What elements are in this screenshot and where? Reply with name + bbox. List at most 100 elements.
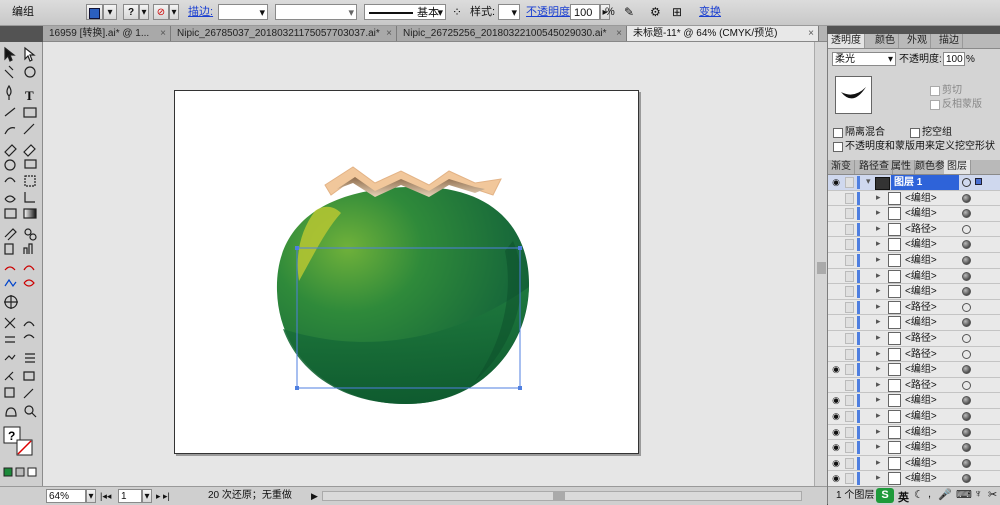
- lock-toggle[interactable]: [845, 255, 854, 266]
- lock-toggle[interactable]: [845, 239, 854, 251]
- chevron-right-icon[interactable]: ▸: [876, 207, 881, 218]
- lock-toggle[interactable]: [845, 286, 854, 298]
- lock-toggle[interactable]: [845, 442, 854, 454]
- eye-icon[interactable]: ◉: [830, 443, 842, 452]
- tab-transparency[interactable]: 透明度: [828, 34, 865, 48]
- chevron-right-icon[interactable]: ▸: [876, 472, 881, 483]
- opacity-field[interactable]: 100: [570, 4, 600, 20]
- eye-icon[interactable]: [830, 240, 842, 249]
- close-icon[interactable]: ×: [616, 26, 622, 41]
- close-icon[interactable]: ×: [808, 26, 814, 41]
- tab-layers[interactable]: 图层: [944, 160, 971, 174]
- layer-row-top[interactable]: ◉ ▾ 图层 1: [828, 175, 1000, 191]
- stroke-dropdown-icon[interactable]: ▾: [169, 4, 179, 20]
- lock-toggle[interactable]: [845, 473, 854, 485]
- layer-item[interactable]: ◉ ▸ <编组>: [828, 456, 1000, 472]
- lock-toggle[interactable]: [845, 177, 854, 188]
- eye-icon[interactable]: [830, 350, 842, 359]
- layer-item[interactable]: ▸ <编组>: [828, 253, 1000, 269]
- h-scroll-thumb[interactable]: [553, 492, 565, 500]
- target-icon[interactable]: [962, 458, 971, 468]
- tab-stroke[interactable]: 描边: [936, 34, 963, 48]
- chevron-right-icon[interactable]: ▸: [876, 394, 881, 405]
- moon-icon[interactable]: ☾: [914, 488, 924, 501]
- next-page-icon[interactable]: ▸ ▸|: [156, 489, 170, 503]
- tools-icon[interactable]: ✂: [988, 488, 997, 501]
- doc-tab-active[interactable]: 未标题-11* @ 64% (CMYK/预览) ×: [627, 26, 819, 41]
- layer-item[interactable]: ▸ <路径>: [828, 378, 1000, 394]
- layer-item[interactable]: ▸ <编组>: [828, 206, 1000, 222]
- lock-toggle[interactable]: [845, 457, 854, 469]
- layer-item[interactable]: ◉ ▸ <编组>: [828, 440, 1000, 456]
- recolor-icon[interactable]: ✎: [624, 4, 634, 20]
- lock-toggle[interactable]: [845, 379, 854, 391]
- lock-toggle[interactable]: [845, 333, 854, 344]
- page-dropdown-icon[interactable]: ▾: [142, 489, 152, 503]
- fill-swatch[interactable]: [86, 4, 103, 20]
- eye-icon[interactable]: ◉: [830, 396, 842, 405]
- doc-tab-1[interactable]: 16959 [转换].ai* @ 1... ×: [43, 26, 171, 41]
- lock-toggle[interactable]: [845, 395, 854, 407]
- lock-toggle[interactable]: [845, 348, 854, 360]
- eye-icon[interactable]: [830, 194, 842, 203]
- transform-link[interactable]: 变换: [699, 4, 721, 20]
- lock-toggle[interactable]: [845, 223, 854, 235]
- layer-item[interactable]: ◉ ▸ <编组>: [828, 393, 1000, 409]
- target-icon[interactable]: [962, 412, 971, 421]
- tab-color[interactable]: 颜色: [872, 34, 899, 48]
- selection-indicator[interactable]: [975, 178, 982, 185]
- chevron-right-icon[interactable]: ▸: [876, 379, 881, 390]
- layer-item[interactable]: ▸ <编组>: [828, 284, 1000, 300]
- vertical-scrollbar[interactable]: [814, 42, 828, 486]
- chevron-right-icon[interactable]: ▸: [876, 254, 881, 265]
- target-icon[interactable]: [962, 349, 971, 359]
- eye-icon[interactable]: [830, 303, 842, 312]
- lock-toggle[interactable]: [845, 270, 854, 282]
- target-icon[interactable]: [962, 396, 971, 406]
- lock-toggle[interactable]: [845, 208, 854, 220]
- chevron-right-icon[interactable]: ▸: [876, 441, 881, 452]
- layer-item[interactable]: ▸ <编组>: [828, 269, 1000, 285]
- chevron-right-icon[interactable]: ▸: [876, 270, 881, 281]
- target-icon[interactable]: [962, 240, 971, 250]
- knockout-group-checkbox[interactable]: [910, 128, 920, 138]
- status-menu-icon[interactable]: ▶: [311, 489, 318, 503]
- scroll-thumb[interactable]: [817, 262, 826, 274]
- target-icon[interactable]: [962, 443, 971, 453]
- comma-icon[interactable]: ,: [928, 488, 931, 500]
- opacity-link[interactable]: 不透明度:: [526, 4, 573, 20]
- mic-icon[interactable]: 🎤: [938, 488, 952, 501]
- eye-icon[interactable]: [830, 225, 842, 234]
- layer-item[interactable]: ◉ ▸ <编组>: [828, 409, 1000, 425]
- layer-item[interactable]: ▸ <路径>: [828, 300, 1000, 316]
- eye-icon[interactable]: ◉: [830, 458, 842, 468]
- chevron-right-icon[interactable]: ▸: [876, 363, 881, 374]
- layer-item[interactable]: ▸ <编组>: [828, 237, 1000, 253]
- eye-icon[interactable]: [830, 287, 842, 296]
- layer-item[interactable]: ▸ <路径>: [828, 347, 1000, 363]
- stroke-weight-field[interactable]: ▾: [218, 4, 268, 20]
- layer-item[interactable]: ◉ ▸ <编组>: [828, 362, 1000, 378]
- align-icon[interactable]: ⊞: [672, 4, 682, 20]
- chevron-right-icon[interactable]: ▸: [876, 192, 881, 203]
- canvas-area[interactable]: [43, 42, 814, 486]
- lock-toggle[interactable]: [845, 426, 854, 438]
- target-icon[interactable]: [962, 334, 971, 343]
- help-icon[interactable]: ?: [123, 4, 139, 20]
- close-icon[interactable]: ×: [386, 26, 392, 41]
- chevron-right-icon[interactable]: ▸: [876, 332, 881, 343]
- lock-toggle[interactable]: [845, 192, 854, 204]
- zoom-dropdown-icon[interactable]: ▾: [86, 489, 96, 503]
- first-page-icon[interactable]: |◂◂: [100, 489, 111, 503]
- stroke-variable-field[interactable]: ▾: [275, 4, 357, 20]
- page-field[interactable]: 1: [118, 489, 142, 503]
- gear-dots-icon[interactable]: ⁘: [452, 4, 462, 20]
- chevron-down-icon[interactable]: ▾: [139, 4, 149, 20]
- target-icon[interactable]: [962, 178, 971, 187]
- tab-attributes[interactable]: 属性: [888, 160, 915, 174]
- target-icon[interactable]: [962, 271, 971, 281]
- stroke-none-icon[interactable]: ⊘: [153, 4, 169, 20]
- settings-gear-icon[interactable]: ⚙: [650, 4, 661, 20]
- chevron-right-icon[interactable]: ▸: [876, 301, 881, 312]
- doc-tab-2[interactable]: Nipic_26785037_20180321175057703037.ai* ×: [171, 26, 397, 41]
